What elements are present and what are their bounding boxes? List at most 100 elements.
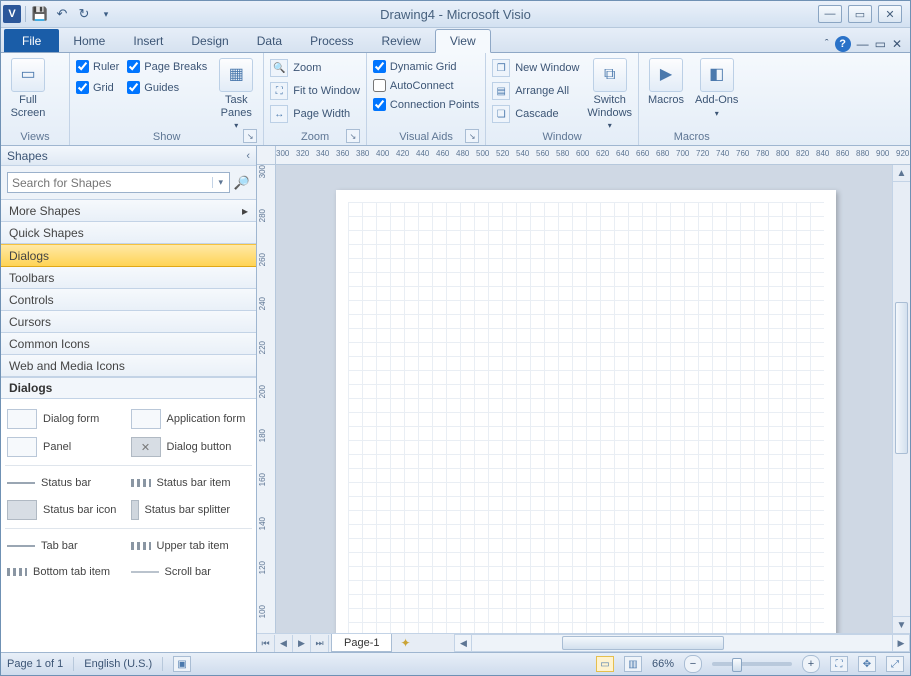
tab-data[interactable]: Data (243, 30, 296, 52)
mdi-minimize-icon[interactable]: — (857, 37, 869, 51)
page-width-button[interactable]: ↔Page Width (270, 105, 360, 123)
redo-icon[interactable]: ↻ (74, 4, 94, 24)
shapes-search-input[interactable]: ▾ (7, 172, 230, 193)
full-screen-icon[interactable]: ⤢ (886, 656, 904, 672)
prev-page-icon[interactable]: ◀ (275, 635, 293, 652)
macro-record-icon[interactable]: ▣ (173, 656, 191, 672)
last-page-icon[interactable]: ⏭ (311, 635, 329, 652)
tab-home[interactable]: Home (59, 30, 119, 52)
shape-upper-tab-item[interactable]: Upper tab item (129, 533, 253, 559)
pan-zoom-icon[interactable]: ✥ (858, 656, 876, 672)
vertical-scrollbar[interactable]: ▲ ▼ (892, 165, 910, 633)
cat-web-media-icons[interactable]: Web and Media Icons (1, 355, 256, 377)
scroll-up-icon[interactable]: ▲ (893, 165, 910, 182)
chevron-right-icon: ▸ (242, 204, 248, 218)
shape-status-bar-icon[interactable]: Status bar icon (5, 496, 129, 524)
save-icon[interactable]: 💾 (30, 4, 50, 24)
full-screen-button[interactable]: ▭Full Screen (7, 56, 49, 119)
hscroll-thumb[interactable] (562, 636, 724, 650)
guides-checkbox[interactable]: Guides (127, 81, 207, 94)
tab-process[interactable]: Process (296, 30, 367, 52)
cat-quick-shapes[interactable]: Quick Shapes (1, 222, 256, 244)
ribbon-tabs: File Home Insert Design Data Process Rev… (1, 28, 910, 53)
minimize-button[interactable]: — (818, 5, 842, 23)
zoom-button[interactable]: 🔍Zoom (270, 59, 360, 77)
undo-icon[interactable]: ↶ (52, 4, 72, 24)
zoom-in-button[interactable]: + (802, 655, 820, 673)
shape-scroll-bar[interactable]: Scroll bar (129, 559, 253, 585)
qat-dropdown-icon[interactable]: ▾ (96, 4, 116, 24)
tab-insert[interactable]: Insert (119, 30, 177, 52)
language-indicator[interactable]: English (U.S.) (84, 658, 152, 670)
shape-bottom-tab-item[interactable]: Bottom tab item (5, 559, 129, 585)
fit-page-icon[interactable]: ⛶ (830, 656, 848, 672)
drawing-page[interactable] (336, 190, 836, 633)
shape-status-bar-splitter[interactable]: Status bar splitter (129, 496, 253, 524)
canvas[interactable] (276, 165, 892, 633)
zoom-out-button[interactable]: − (684, 655, 702, 673)
tab-design[interactable]: Design (177, 30, 242, 52)
horizontal-scrollbar[interactable]: ◀ ▶ (454, 634, 910, 652)
grid-checkbox[interactable]: Grid (76, 81, 119, 94)
scroll-right-icon[interactable]: ▶ (892, 634, 910, 652)
scroll-thumb[interactable] (895, 302, 908, 454)
connection-points-checkbox[interactable]: Connection Points (373, 98, 479, 111)
presentation-mode-icon[interactable]: ▭ (596, 656, 614, 672)
visual-aids-dialog-launcher[interactable]: ↘ (465, 129, 479, 143)
task-panes-button[interactable]: ▦Task Panes▾ (215, 56, 257, 130)
shape-dialog-button[interactable]: ✕Dialog button (129, 433, 253, 461)
shape-dialog-form[interactable]: Dialog form (5, 405, 129, 433)
cat-cursors[interactable]: Cursors (1, 311, 256, 333)
cat-dialogs[interactable]: Dialogs (1, 244, 256, 267)
shape-application-form[interactable]: Application form (129, 405, 253, 433)
group-visual-aids-label: Visual Aids↘ (373, 130, 479, 145)
tab-view[interactable]: View (435, 29, 491, 53)
cat-controls[interactable]: Controls (1, 289, 256, 311)
search-icon[interactable]: 🔎 (234, 175, 250, 191)
shape-tab-bar[interactable]: Tab bar (5, 533, 129, 559)
page-tab[interactable]: Page-1 (331, 634, 392, 652)
mdi-restore-icon[interactable]: ▭ (875, 37, 886, 51)
mdi-close-icon[interactable]: ✕ (892, 37, 902, 51)
search-dropdown-icon[interactable]: ▾ (212, 177, 229, 188)
maximize-button[interactable]: ▭ (848, 5, 872, 23)
show-dialog-launcher[interactable]: ↘ (243, 129, 257, 143)
first-page-icon[interactable]: ⏮ (257, 635, 275, 652)
cat-toolbars[interactable]: Toolbars (1, 267, 256, 289)
new-page-icon[interactable]: ✦ (396, 635, 414, 652)
help-icon[interactable]: ? (835, 36, 851, 52)
shape-panel[interactable]: Panel (5, 433, 129, 461)
more-shapes-item[interactable]: More Shapes▸ (1, 200, 256, 222)
page-view-icon[interactable]: ▥ (624, 656, 642, 672)
shape-status-bar[interactable]: Status bar (5, 470, 129, 496)
next-page-icon[interactable]: ▶ (293, 635, 311, 652)
ruler-checkbox[interactable]: Ruler (76, 60, 119, 73)
autoconnect-checkbox[interactable]: AutoConnect (373, 79, 479, 92)
new-window-button[interactable]: ❐New Window (492, 59, 579, 77)
page-indicator[interactable]: Page 1 of 1 (7, 658, 63, 670)
tab-review[interactable]: Review (367, 30, 434, 52)
zoom-level[interactable]: 66% (652, 658, 674, 670)
tab-file[interactable]: File (4, 29, 59, 52)
group-zoom-label: Zoom↘ (270, 130, 360, 145)
cat-common-icons[interactable]: Common Icons (1, 333, 256, 355)
zoom-slider[interactable] (712, 662, 792, 666)
cascade-button[interactable]: ❏Cascade (492, 105, 579, 123)
arrange-all-button[interactable]: ▤Arrange All (492, 82, 579, 100)
macros-button[interactable]: ▶Macros (645, 56, 687, 107)
horizontal-ruler: 3003203403603804004204404604805005205405… (276, 146, 910, 164)
addons-button[interactable]: ◧Add-Ons▾ (695, 56, 738, 118)
dynamic-grid-checkbox[interactable]: Dynamic Grid (373, 60, 479, 73)
app-icon[interactable]: V (3, 5, 21, 23)
zoom-dialog-launcher[interactable]: ↘ (346, 129, 360, 143)
page-breaks-checkbox[interactable]: Page Breaks (127, 60, 207, 73)
ribbon-minimize-icon[interactable]: ˆ (825, 38, 829, 50)
scroll-left-icon[interactable]: ◀ (454, 634, 472, 652)
switch-windows-button[interactable]: ⧉Switch Windows▾ (587, 56, 632, 130)
shape-status-bar-item[interactable]: Status bar item (129, 470, 253, 496)
drawing-area: 3003203403603804004204404604805005205405… (257, 146, 910, 652)
close-button[interactable]: ✕ (878, 5, 902, 23)
fit-to-window-button[interactable]: ⛶Fit to Window (270, 82, 360, 100)
scroll-down-icon[interactable]: ▼ (893, 616, 910, 633)
collapse-pane-icon[interactable]: ‹ (246, 150, 250, 162)
